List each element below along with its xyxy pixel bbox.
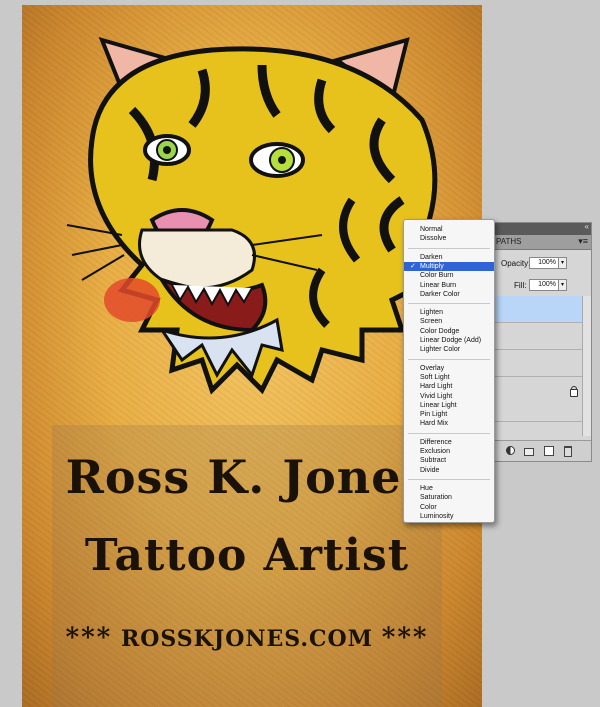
panel-titlebar[interactable]: « — [494, 222, 591, 235]
poster-name: Ross K. Jones — [65, 450, 429, 504]
blend-mode-item[interactable]: Normal — [404, 225, 494, 234]
menu-separator — [408, 478, 490, 480]
layer-row-background[interactable] — [494, 377, 582, 422]
blend-mode-label: Normal — [420, 226, 443, 233]
tiger-illustration — [66, 36, 438, 395]
blend-mode-label: Screen — [420, 318, 443, 326]
blend-mode-label: Linear Dodge (Add) — [420, 337, 482, 344]
poster-title: Tattoo Artist — [84, 530, 410, 581]
blend-mode-label: Lighter Color — [420, 346, 461, 354]
blend-mode-item[interactable]: Exclusion — [404, 447, 494, 456]
fill-dropdown-icon[interactable]: ▾ — [558, 279, 567, 291]
blend-mode-label: Linear Burn — [420, 281, 457, 289]
layer-row-selected[interactable] — [494, 296, 582, 323]
blend-mode-item[interactable]: Darker Color — [404, 290, 494, 299]
collapse-icon[interactable]: « — [585, 222, 589, 231]
blend-mode-label: Linear Light — [420, 401, 457, 409]
blend-mode-label: Color Burn — [420, 272, 454, 280]
blend-mode-item[interactable]: Divide — [404, 466, 494, 475]
blend-mode-item[interactable]: Luminosity — [404, 512, 494, 521]
opacity-dropdown-icon[interactable]: ▾ — [558, 257, 567, 269]
blend-mode-label: Difference — [420, 438, 452, 446]
blend-mode-label: Overlay — [420, 364, 445, 372]
opacity-row: Opacity: 100% ▾ — [494, 253, 591, 273]
blend-mode-item[interactable]: Saturation — [404, 493, 494, 502]
blend-mode-item[interactable]: Lighten — [404, 308, 494, 317]
tab-paths[interactable]: PATHS — [496, 237, 521, 246]
poster-website-line: *** ROSSKJONES.COM *** — [52, 623, 442, 653]
layer-row[interactable] — [494, 350, 582, 377]
blend-mode-label: Exclusion — [420, 448, 450, 455]
opacity-label: Opacity: — [501, 259, 531, 268]
blend-mode-item[interactable]: Color — [404, 503, 494, 512]
blend-mode-item[interactable]: Lighter Color — [404, 345, 494, 354]
blend-mode-item[interactable]: Overlay — [404, 364, 494, 373]
blend-mode-item[interactable]: Color Dodge — [404, 327, 494, 336]
blend-mode-item[interactable]: Linear Burn — [404, 281, 494, 290]
blend-mode-label: Subtract — [420, 457, 447, 465]
panel-tabbar: PATHS ▾≡ — [494, 235, 591, 250]
stars-left: *** — [65, 623, 113, 653]
blend-mode-item[interactable]: Hue — [404, 484, 494, 493]
blend-mode-label: Pin Light — [420, 411, 448, 419]
blend-mode-label: Multiply — [420, 262, 444, 270]
blend-mode-label: Soft Light — [420, 373, 450, 381]
layer-row[interactable] — [494, 323, 582, 350]
blend-mode-item[interactable]: Color Burn — [404, 271, 494, 280]
new-layer-icon[interactable] — [544, 446, 554, 456]
fill-label: Fill: — [514, 281, 527, 290]
blend-mode-item[interactable]: Hard Light — [404, 382, 494, 391]
folder-icon[interactable] — [524, 448, 534, 456]
blend-mode-item[interactable]: Subtract — [404, 456, 494, 465]
blend-mode-item[interactable]: Dissolve — [404, 234, 494, 243]
blend-mode-item[interactable]: Linear Light — [404, 401, 494, 410]
blend-mode-item-selected[interactable]: ✓ Multiply — [404, 261, 494, 271]
fill-row: Fill: 100% ▾ — [494, 275, 591, 295]
blend-mode-label: Dissolve — [420, 235, 447, 243]
blend-mode-label: Color — [420, 503, 437, 511]
blend-mode-label: Hard Mix — [420, 420, 449, 428]
blend-mode-label: Luminosity — [420, 512, 454, 520]
opacity-input[interactable]: 100% — [529, 257, 559, 269]
panel-menu-icon[interactable]: ▾≡ — [578, 236, 588, 247]
menu-separator — [408, 303, 490, 305]
blend-mode-label: Vivid Light — [420, 392, 453, 400]
blend-mode-item[interactable]: Soft Light — [404, 373, 494, 382]
blend-mode-menu: Normal Dissolve Darken ✓ Multiply Color Burn L… — [403, 219, 495, 523]
fill-input[interactable]: 100% — [529, 279, 559, 291]
blend-mode-item[interactable]: Difference — [404, 438, 494, 447]
lock-icon — [570, 386, 578, 397]
blend-mode-item[interactable]: Screen — [404, 317, 494, 326]
blend-mode-item[interactable]: Pin Light — [404, 410, 494, 419]
trash-icon[interactable] — [564, 446, 572, 457]
blend-mode-label: Lighten — [420, 309, 443, 317]
menu-separator — [408, 432, 490, 434]
menu-separator — [408, 247, 490, 249]
blend-mode-label: Divide — [420, 466, 440, 474]
poster-website: ROSSKJONES.COM — [120, 626, 374, 652]
menu-separator — [408, 358, 490, 360]
blend-mode-label: Saturation — [420, 494, 452, 502]
stars-right: *** — [381, 623, 429, 653]
blend-mode-label: Hard Light — [420, 383, 453, 391]
blend-mode-item[interactable]: Vivid Light — [404, 392, 494, 401]
blend-mode-item[interactable]: Hard Mix — [404, 419, 494, 428]
blend-mode-label: Hue — [420, 484, 433, 492]
blend-mode-label: Darker Color — [420, 290, 460, 298]
panel-footer — [494, 440, 591, 461]
blend-mode-item[interactable]: Darken — [404, 253, 494, 262]
blend-mode-label: Darken — [420, 253, 443, 261]
checkmark-icon: ✓ — [410, 262, 416, 270]
blend-mode-item[interactable]: Linear Dodge (Add) — [404, 336, 494, 345]
layers-panel: « PATHS ▾≡ Opacity: 100% ▾ Fill: 100% ▾ — [493, 222, 592, 462]
text-panel: Ross K. Jones Tattoo Artist *** ROSSKJON… — [52, 425, 442, 707]
panel-scrollbar[interactable] — [582, 296, 591, 436]
adjustment-layer-icon[interactable] — [506, 446, 515, 455]
blend-mode-label: Color Dodge — [420, 327, 460, 335]
